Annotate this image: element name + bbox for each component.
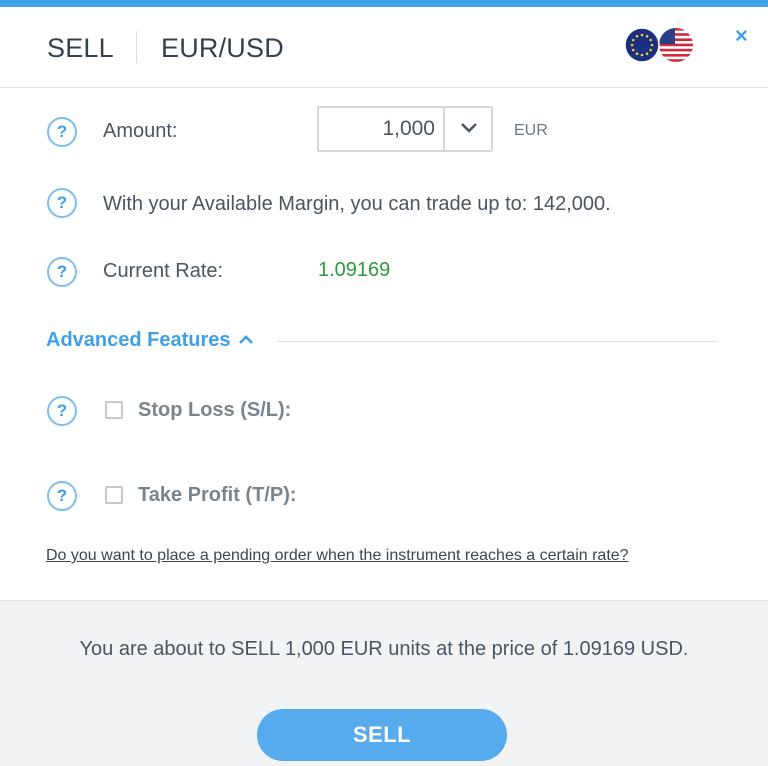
margin-info-text: With your Available Margin, you can trad… (103, 193, 611, 215)
take-profit-help-icon[interactable]: ? (47, 481, 77, 511)
rate-label: Current Rate: (103, 260, 224, 282)
top-accent-bar (0, 0, 768, 7)
advanced-features-label: Advanced Features (46, 329, 231, 351)
amount-help-icon[interactable]: ? (47, 117, 77, 147)
amount-label: Amount: (103, 120, 178, 142)
eur-usd-flags-icon (624, 27, 693, 63)
amount-unit: EUR (514, 122, 548, 139)
close-icon[interactable]: × (735, 23, 748, 49)
amount-input[interactable] (319, 108, 443, 150)
pending-order-link[interactable]: Do you want to place a pending order whe… (46, 547, 629, 565)
advanced-features-toggle[interactable]: Advanced Features (46, 329, 254, 352)
order-summary-text: You are about to SELL 1,000 EUR units at… (79, 638, 689, 660)
take-profit-checkbox[interactable] (105, 486, 123, 504)
amount-dropdown-button[interactable] (443, 108, 491, 150)
chevron-up-icon (239, 335, 253, 344)
sell-button[interactable]: SELL (257, 709, 507, 761)
dialog-header: SELL EUR/USD × (0, 7, 768, 88)
take-profit-label: Take Profit (T/P): (138, 484, 297, 506)
advanced-divider (277, 341, 718, 342)
stop-loss-label: Stop Loss (S/L): (138, 399, 292, 421)
chevron-down-icon (461, 123, 477, 133)
current-rate-value: 1.09169 (318, 259, 391, 281)
header-divider (136, 31, 137, 63)
trade-action-title: SELL (47, 33, 114, 63)
rate-help-icon[interactable]: ? (47, 257, 77, 287)
margin-help-icon[interactable]: ? (47, 188, 77, 218)
amount-field (317, 106, 493, 152)
stop-loss-help-icon[interactable]: ? (47, 396, 77, 426)
instrument-title: EUR/USD (161, 33, 284, 63)
stop-loss-checkbox[interactable] (105, 401, 123, 419)
order-footer: You are about to SELL 1,000 EUR units at… (0, 600, 768, 766)
